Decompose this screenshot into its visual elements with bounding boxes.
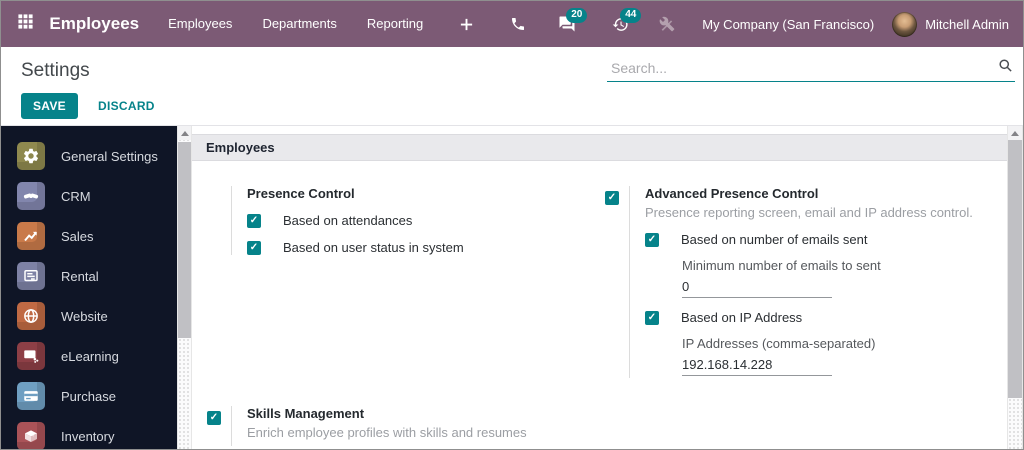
presence-toggle-cell: [207, 186, 231, 255]
content-scrollbar: [1007, 126, 1023, 449]
skills-management-box: Skills Management Enrich employee profil…: [207, 406, 597, 446]
user-menu[interactable]: Mitchell Admin: [892, 11, 1023, 37]
credit-card-icon: [17, 382, 45, 410]
attendances-checkbox[interactable]: [247, 213, 261, 228]
company-switcher[interactable]: My Company (San Francisco): [702, 17, 874, 32]
sidebar-item-crm[interactable]: CRM: [1, 176, 177, 216]
save-button[interactable]: SAVE: [21, 93, 78, 119]
menu-departments[interactable]: Departments: [247, 1, 351, 47]
presence-control-box: Presence Control Based on attendances Ba…: [207, 186, 597, 255]
sidebar-item-label: Sales: [61, 228, 94, 244]
messages-button[interactable]: 20: [545, 1, 589, 47]
sidebar-item-label: CRM: [61, 188, 91, 204]
presentation-icon: [17, 342, 45, 370]
chart-up-icon: [17, 222, 45, 250]
user-status-label: Based on user status in system: [283, 240, 464, 255]
handshake-icon: [17, 182, 45, 210]
section-header-employees: Employees: [192, 134, 1007, 161]
sidebar-item-elearning[interactable]: eLearning: [1, 336, 177, 376]
search-icon[interactable]: [998, 58, 1013, 78]
sidebar-item-sales[interactable]: Sales: [1, 216, 177, 256]
activities-count-badge: 44: [620, 8, 642, 23]
top-navbar: Employees Employees Departments Reportin…: [1, 1, 1023, 47]
search-input[interactable]: [609, 59, 998, 77]
min-emails-input[interactable]: [682, 275, 832, 298]
sidebar-item-label: Inventory: [61, 428, 115, 444]
sidebar-item-rental[interactable]: Rental: [1, 256, 177, 296]
scroll-up-arrow[interactable]: [1008, 126, 1022, 140]
skills-management-title: Skills Management: [247, 406, 365, 421]
ip-address-checkbox[interactable]: [645, 310, 659, 325]
sidebar-item-purchase[interactable]: Purchase: [1, 376, 177, 416]
emails-sent-checkbox[interactable]: [645, 232, 659, 247]
phone-icon: [510, 16, 526, 32]
settings-content: Employees Presence Control Based on atte…: [192, 126, 1007, 449]
advanced-presence-description: Presence reporting screen, email and IP …: [645, 205, 973, 220]
voip-button[interactable]: [497, 1, 539, 47]
settings-sidebar: General Settings CRM Sales Rental Websit…: [1, 126, 177, 449]
search-box: [607, 56, 1015, 82]
control-panel: Settings SAVE DISCARD: [1, 47, 1023, 126]
sidebar-scrollbar-thumb[interactable]: [178, 142, 191, 338]
advanced-presence-box: Advanced Presence Control Presence repor…: [605, 186, 995, 378]
attendances-label: Based on attendances: [283, 213, 413, 228]
ip-address-label: Based on IP Address: [681, 310, 803, 325]
developer-tools-button[interactable]: [646, 1, 688, 47]
emails-sent-label: Based on number of emails sent: [681, 232, 868, 247]
sidebar-item-label: Website: [61, 308, 108, 324]
board-icon: [17, 262, 45, 290]
user-avatar: [892, 11, 918, 37]
sidebar-item-general-settings[interactable]: General Settings: [1, 136, 177, 176]
advanced-presence-toggle-checkbox[interactable]: [605, 191, 619, 205]
skills-management-description: Enrich employee profiles with skills and…: [247, 425, 527, 440]
menu-employees[interactable]: Employees: [153, 1, 247, 47]
user-status-checkbox[interactable]: [247, 240, 261, 255]
sidebar-item-label: Rental: [61, 268, 99, 284]
gear-icon: [17, 142, 45, 170]
quick-create-button[interactable]: [446, 1, 487, 47]
scroll-up-arrow[interactable]: [178, 126, 191, 140]
sidebar-item-inventory[interactable]: Inventory: [1, 416, 177, 449]
sidebar-item-label: Purchase: [61, 388, 116, 404]
ip-addresses-field-label: IP Addresses (comma-separated): [682, 336, 876, 351]
discard-button[interactable]: DISCARD: [98, 99, 155, 113]
user-name: Mitchell Admin: [925, 16, 1009, 32]
apps-menu-button[interactable]: [1, 1, 49, 47]
min-emails-field-label: Minimum number of emails to sent: [682, 258, 881, 273]
sidebar-item-label: eLearning: [61, 348, 119, 364]
sidebar-item-label: General Settings: [61, 148, 158, 164]
crossed-tools-icon: [659, 16, 675, 32]
globe-icon: [17, 302, 45, 330]
menu-reporting[interactable]: Reporting: [352, 1, 438, 47]
app-window: Employees Employees Departments Reportin…: [0, 0, 1024, 450]
sidebar-scrollbar: [177, 126, 192, 449]
current-app-title: Employees: [49, 14, 140, 33]
presence-control-title: Presence Control: [247, 186, 355, 201]
content-scrollbar-thumb[interactable]: [1008, 140, 1022, 398]
apps-grid-icon: [17, 13, 34, 35]
sidebar-item-website[interactable]: Website: [1, 296, 177, 336]
skills-management-toggle-checkbox[interactable]: [207, 411, 221, 425]
plus-icon: [459, 17, 474, 32]
activities-button[interactable]: 44: [599, 1, 642, 47]
ip-addresses-input[interactable]: [682, 353, 832, 376]
advanced-presence-title: Advanced Presence Control: [645, 186, 819, 201]
messages-count-badge: 20: [566, 8, 588, 23]
package-box-icon: [17, 422, 45, 449]
